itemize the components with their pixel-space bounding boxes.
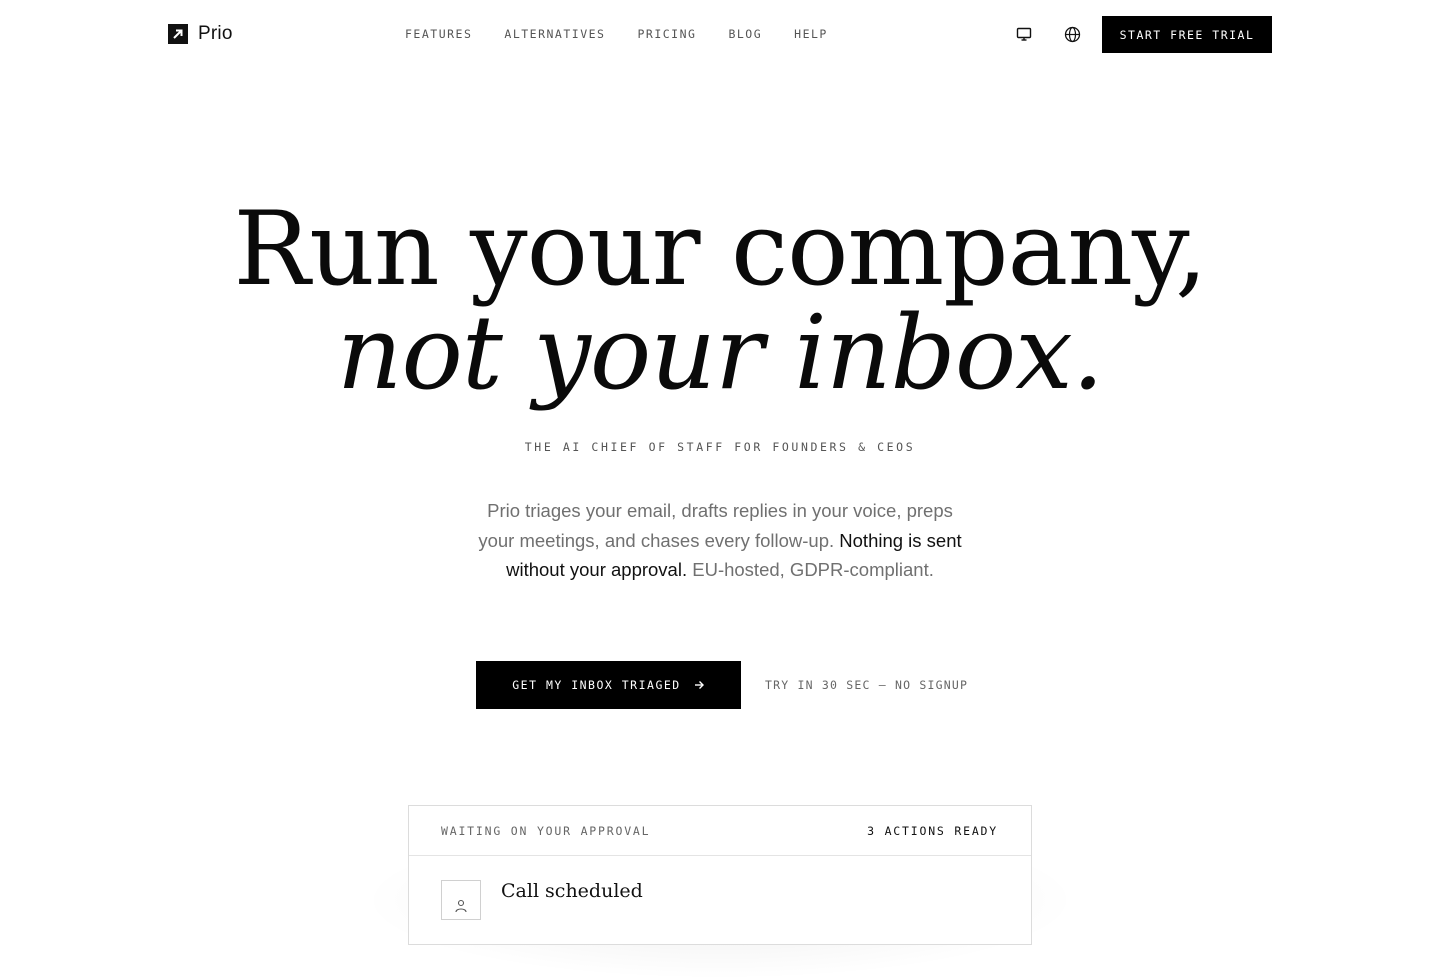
approval-card-header: WAITING ON YOUR APPROVAL 3 ACTIONS READY xyxy=(409,806,1031,856)
hero-headline: Run your company, not your inbox. xyxy=(0,198,1440,406)
logo-arrow-icon xyxy=(168,24,188,44)
approval-item-title: Call scheduled xyxy=(501,880,643,902)
nav-link-help[interactable]: HELP xyxy=(794,27,828,41)
approval-card-title: WAITING ON YOUR APPROVAL xyxy=(441,823,651,838)
cta-label: GET MY INBOX TRIAGED xyxy=(512,678,681,692)
brand-logo-link[interactable]: Prio xyxy=(168,23,233,45)
approval-item[interactable]: Call scheduled xyxy=(409,856,1031,936)
actions-ready-count: 3 ACTIONS READY xyxy=(867,823,998,838)
main-menu: FEATURES ALTERNATIVES PRICING BLOG HELP xyxy=(405,27,860,41)
hero-description: Prio triages your email, drafts replies … xyxy=(470,496,970,585)
person-icon xyxy=(441,880,481,920)
hero-headline-line2: not your inbox. xyxy=(336,294,1104,413)
cta-note: TRY IN 30 SEC — NO SIGNUP xyxy=(765,678,969,692)
arrow-right-icon xyxy=(693,679,705,691)
nav-link-blog[interactable]: BLOG xyxy=(728,27,762,41)
approval-card: WAITING ON YOUR APPROVAL 3 ACTIONS READY… xyxy=(408,805,1032,945)
hero-eyebrow: THE AI CHIEF OF STAFF FOR FOUNDERS & CEO… xyxy=(524,440,916,454)
start-free-trial-button[interactable]: START FREE TRIAL xyxy=(1102,16,1272,53)
hero-headline-line1: Run your company, xyxy=(233,190,1207,309)
nav-link-features[interactable]: FEATURES xyxy=(405,27,472,41)
brand-name: Prio xyxy=(198,23,233,44)
nav-link-pricing[interactable]: PRICING xyxy=(637,27,696,41)
nav-link-alternatives[interactable]: ALTERNATIVES xyxy=(504,27,605,41)
hero-description-part2: EU-hosted, GDPR-compliant. xyxy=(687,559,934,580)
globe-icon[interactable] xyxy=(1062,24,1082,44)
monitor-icon[interactable] xyxy=(1014,24,1034,44)
get-inbox-triaged-button[interactable]: GET MY INBOX TRIAGED xyxy=(476,661,741,709)
top-nav: Prio FEATURES ALTERNATIVES PRICING BLOG … xyxy=(0,0,1440,68)
